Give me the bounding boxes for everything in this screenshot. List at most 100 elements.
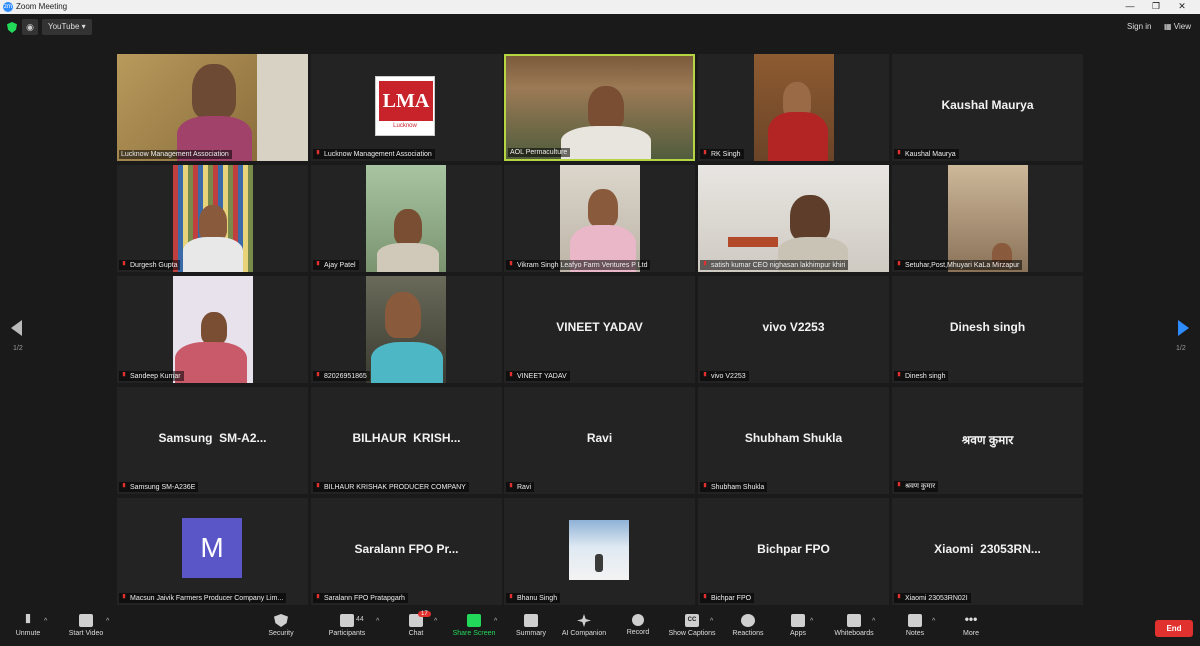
shield-icon[interactable] xyxy=(7,22,17,33)
participant-name: VINEET YADAV xyxy=(506,371,570,381)
participant-tile[interactable]: Bichpar FPO Bichpar FPO xyxy=(698,498,889,605)
participant-tile[interactable]: Lucknow Management Association xyxy=(117,54,308,161)
participant-display-name: Samsung SM-A2... xyxy=(158,431,267,445)
end-meeting-button[interactable]: End xyxy=(1155,620,1193,637)
notes-button[interactable]: Notes xyxy=(902,608,928,646)
view-button[interactable]: ▦ View xyxy=(1164,22,1191,31)
participant-display-name: BILHAUR KRISH... xyxy=(352,431,461,445)
participant-tile[interactable]: श्रवण कुमार श्रवण कुमार xyxy=(892,387,1083,494)
participant-tile[interactable]: Shubham Shukla Shubham Shukla xyxy=(698,387,889,494)
chat-button[interactable]: Chat 17 xyxy=(402,608,431,646)
ai-companion-button[interactable]: AI Companion xyxy=(558,608,610,646)
participant-tile[interactable]: Xiaomi 23053RN... Xiaomi 23053RN02I xyxy=(892,498,1083,605)
avatar: M xyxy=(182,518,242,578)
start-video-button[interactable]: Start Video xyxy=(64,608,108,646)
muted-mic-icon xyxy=(897,482,901,487)
muted-mic-icon xyxy=(316,483,320,488)
participant-tile[interactable]: Durgesh Gupta xyxy=(117,165,308,272)
participant-name: Shubham Shukla xyxy=(700,482,768,492)
profile-photo xyxy=(569,520,629,580)
sparkle-icon xyxy=(577,614,591,627)
participant-tile-active-speaker[interactable]: AOL Permaculture xyxy=(504,54,695,161)
participant-tile[interactable]: Sandeep Kumar xyxy=(117,276,308,383)
participant-name: BILHAUR KRISHAK PRODUCER COMPANY xyxy=(313,482,469,492)
participant-tile[interactable]: Vikram Singh Leafyo Farm Ventures P Ltd xyxy=(504,165,695,272)
summary-button[interactable]: Summary xyxy=(512,608,550,646)
chat-caret[interactable]: ^ xyxy=(434,608,444,646)
captions-icon: CC xyxy=(685,614,699,627)
participant-tile[interactable]: Dinesh singh Dinesh singh xyxy=(892,276,1083,383)
participant-display-name: vivo V2253 xyxy=(762,320,825,334)
muted-mic-icon xyxy=(316,150,320,155)
muted-mic-icon xyxy=(122,372,126,377)
livestream-icon[interactable]: ◉ xyxy=(22,19,38,35)
whiteboards-caret[interactable]: ^ xyxy=(872,608,882,646)
participant-display-name: Dinesh singh xyxy=(949,320,1026,334)
participant-tile[interactable]: Ravi Ravi xyxy=(504,387,695,494)
muted-mic-icon xyxy=(509,261,513,266)
participant-name: Lucknow Management Association xyxy=(119,150,232,159)
apps-button[interactable]: Apps xyxy=(786,608,810,646)
participant-name: Macsun Jaivik Farmers Producer Company L… xyxy=(119,593,287,603)
participant-tile[interactable]: 8202695186​5 xyxy=(311,276,502,383)
participants-button[interactable]: Participants 44 xyxy=(326,608,368,646)
video-grid: Lucknow Management Association LMA Luckn… xyxy=(116,54,1084,606)
mic-muted-icon xyxy=(25,614,31,624)
participant-tile[interactable]: Ajay Patel xyxy=(311,165,502,272)
muted-mic-icon xyxy=(122,594,126,599)
more-dots-icon: ••• xyxy=(964,612,978,626)
participant-tile[interactable]: VINEET YADAV VINEET YADAV xyxy=(504,276,695,383)
muted-mic-icon xyxy=(316,372,320,377)
participant-name: satish kumar CEO nighasan lakhimpur khir… xyxy=(700,260,849,270)
participant-tile[interactable]: vivo V2253 vivo V2253 xyxy=(698,276,889,383)
unmute-button[interactable]: Unmute xyxy=(10,608,46,646)
security-button[interactable]: Security xyxy=(264,608,298,646)
participant-tile[interactable]: M Macsun Jaivik Farmers Producer Company… xyxy=(117,498,308,605)
muted-mic-icon xyxy=(897,150,901,155)
more-button[interactable]: ••• More xyxy=(958,608,984,646)
video-options-caret[interactable]: ^ xyxy=(106,608,116,646)
sign-in-link[interactable]: Sign in xyxy=(1127,22,1151,31)
notes-icon xyxy=(908,614,922,627)
participants-count: 44 xyxy=(356,616,364,623)
prev-page-icon[interactable] xyxy=(11,320,22,336)
share-screen-button[interactable]: Share Screen xyxy=(450,608,498,646)
participant-tile[interactable]: Samsung SM-A2... Samsung SM-A236E xyxy=(117,387,308,494)
participant-tile[interactable]: Saralann FPO Pr... Saralann FPO Pratapga… xyxy=(311,498,502,605)
reactions-icon xyxy=(741,614,755,627)
participants-caret[interactable]: ^ xyxy=(376,608,386,646)
muted-mic-icon xyxy=(509,372,513,377)
lma-logo: LMA Lucknow xyxy=(375,76,435,136)
participant-tile[interactable]: satish kumar CEO nighasan lakhimpur khir… xyxy=(698,165,889,272)
youtube-dropdown[interactable]: YouTube ▾ xyxy=(42,19,92,35)
apps-caret[interactable]: ^ xyxy=(810,608,820,646)
record-button[interactable]: Record xyxy=(622,608,654,646)
audio-options-caret[interactable]: ^ xyxy=(44,608,54,646)
notes-caret[interactable]: ^ xyxy=(932,608,942,646)
participant-tile[interactable]: Bhanu Singh xyxy=(504,498,695,605)
share-screen-icon xyxy=(467,614,481,627)
participant-name: Sandeep Kumar xyxy=(119,371,184,381)
close-icon[interactable]: ✕ xyxy=(1167,1,1197,12)
reactions-button[interactable]: Reactions xyxy=(730,608,766,646)
muted-mic-icon xyxy=(509,594,513,599)
shield-icon xyxy=(274,614,288,627)
participant-tile[interactable]: LMA Lucknow Lucknow Management Associati… xyxy=(311,54,502,161)
share-caret[interactable]: ^ xyxy=(494,608,504,646)
participant-name: Durgesh Gupta xyxy=(119,260,181,270)
next-page-icon[interactable] xyxy=(1178,320,1189,336)
participant-tile[interactable]: BILHAUR KRISH... BILHAUR KRISHAK PRODUCE… xyxy=(311,387,502,494)
whiteboards-button[interactable]: Whiteboards xyxy=(830,608,878,646)
participant-tile[interactable]: Setuhar,Post,Mhuyari KaLa Mirzapur xyxy=(892,165,1083,272)
video-off-icon xyxy=(79,614,93,627)
page-indicator-right: 1/2 xyxy=(1176,345,1186,352)
participant-tile[interactable]: Kaushal Maurya Kaushal Maurya xyxy=(892,54,1083,161)
participant-display-name: Bichpar FPO xyxy=(757,542,830,556)
participants-icon xyxy=(340,614,354,627)
captions-caret[interactable]: ^ xyxy=(710,608,720,646)
participant-display-name: Ravi xyxy=(586,431,613,445)
page-indicator-left: 1/2 xyxy=(13,345,23,352)
participant-name: Bhanu Singh xyxy=(506,593,561,603)
participant-tile[interactable]: RK Singh xyxy=(698,54,889,161)
participant-display-name: श्रवण कुमार xyxy=(961,433,1014,447)
